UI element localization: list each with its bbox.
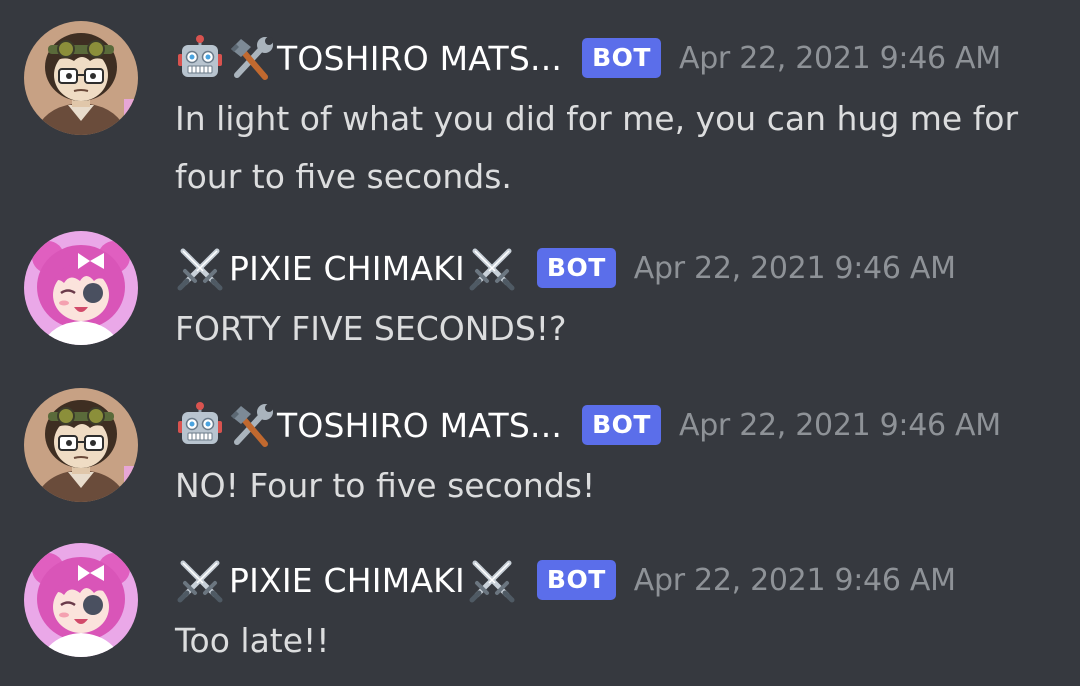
message-header: PIXIE CHIMAKI BOT Apr 22, 2021 9:46 AM [175, 248, 956, 288]
message-header: TOSHIRO MATS... BOT Apr 22, 2021 9:46 AM [175, 38, 1001, 78]
bot-tag: BOT [582, 38, 661, 78]
crossed-swords-icon [467, 245, 517, 291]
robot-icon [175, 402, 225, 448]
username[interactable]: TOSHIRO MATS... [277, 406, 562, 445]
bot-tag: BOT [536, 560, 616, 600]
pixie-avatar[interactable] [24, 231, 138, 345]
message-text: NO! Four to five seconds! [175, 466, 596, 505]
bot-tag: BOT [536, 248, 616, 288]
toshiro-avatar[interactable] [24, 388, 138, 502]
pixie-avatar[interactable] [24, 543, 138, 657]
message-text: FORTY FIVE SECONDS!? [175, 309, 567, 348]
username[interactable]: TOSHIRO MATS... [277, 39, 562, 78]
crossed-swords-icon [175, 245, 225, 291]
toshiro-avatar[interactable] [24, 21, 138, 135]
message-header: PIXIE CHIMAKI BOT Apr 22, 2021 9:46 AM [175, 560, 956, 600]
crossed-swords-icon [467, 557, 517, 603]
hammer-and-wrench-icon [227, 402, 277, 448]
bot-tag: BOT [582, 405, 661, 445]
username[interactable]: PIXIE CHIMAKI [229, 249, 465, 288]
timestamp[interactable]: Apr 22, 2021 9:46 AM [679, 41, 1001, 76]
username[interactable]: PIXIE CHIMAKI [229, 561, 465, 600]
timestamp[interactable]: Apr 22, 2021 9:46 AM [679, 408, 1001, 443]
message-text: In light of what you did for me, you can… [175, 99, 1019, 196]
hammer-and-wrench-icon [227, 35, 277, 81]
timestamp[interactable]: Apr 22, 2021 9:46 AM [634, 251, 956, 286]
timestamp[interactable]: Apr 22, 2021 9:46 AM [634, 563, 956, 598]
crossed-swords-icon [175, 557, 225, 603]
robot-icon [175, 35, 225, 81]
message-header: TOSHIRO MATS... BOT Apr 22, 2021 9:46 AM [175, 405, 1001, 445]
message-text: Too late!! [175, 621, 330, 660]
